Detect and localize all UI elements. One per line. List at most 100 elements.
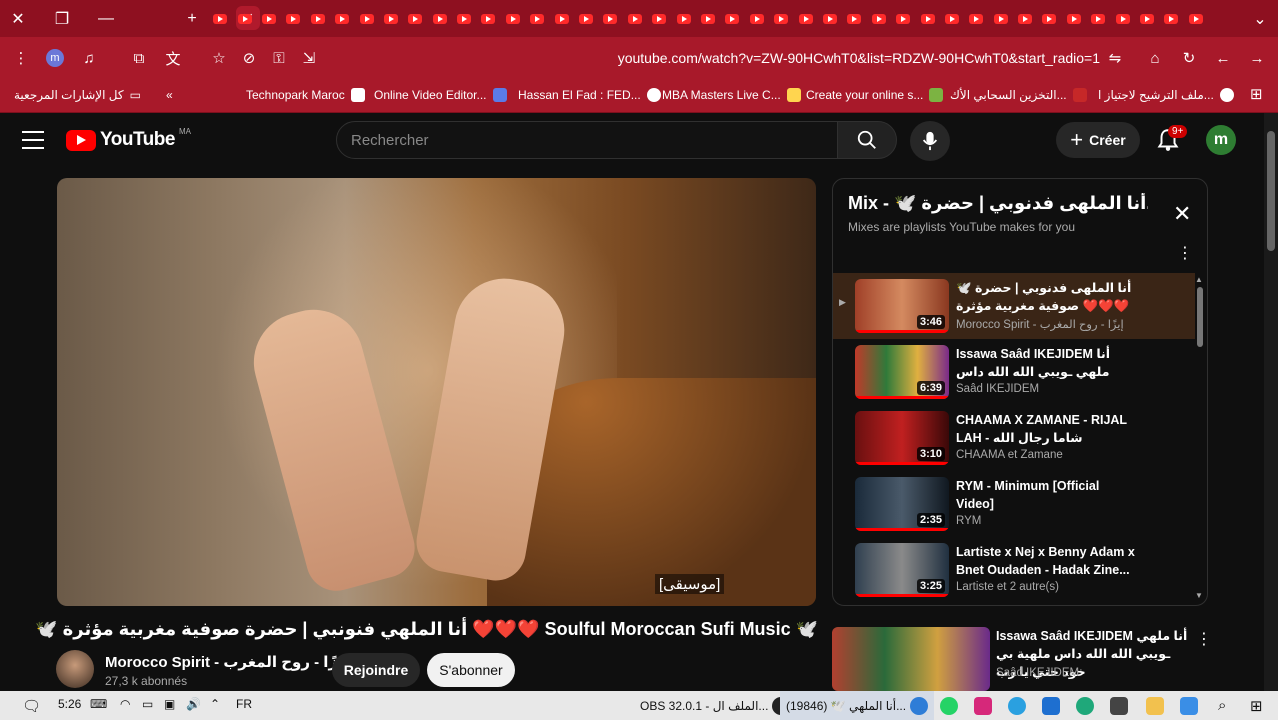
browser-tab[interactable] <box>476 9 500 29</box>
channel-avatar[interactable] <box>56 650 94 688</box>
browser-tab[interactable] <box>379 9 403 29</box>
browser-tab[interactable] <box>549 9 573 29</box>
notification-center-icon[interactable]: 🗨 <box>22 697 41 715</box>
eye-off-icon[interactable]: ⊘ <box>234 43 264 73</box>
password-key-icon[interactable]: ⚿ <box>264 43 294 73</box>
new-tab-icon[interactable]: + <box>174 0 210 37</box>
menu-kebab-icon[interactable]: ⋮ <box>6 43 36 73</box>
join-button[interactable]: Rejoindre <box>332 653 420 687</box>
browser-tab[interactable] <box>818 9 842 29</box>
browser-tab[interactable] <box>989 9 1013 29</box>
voice-search-button[interactable] <box>910 121 950 161</box>
browser-tab[interactable] <box>623 9 647 29</box>
browser-tab[interactable] <box>769 9 793 29</box>
bookmark-mba[interactable]: MBA Masters Live C... <box>662 88 801 102</box>
site-settings-icon[interactable]: ⇋ <box>1100 43 1130 73</box>
hamburger-menu-icon[interactable] <box>22 131 44 149</box>
search-icon[interactable]: ⌕ <box>1218 697 1226 714</box>
restore-window-icon[interactable]: ❐ <box>44 0 80 37</box>
close-window-icon[interactable]: ✕ <box>0 0 36 37</box>
browser-tab[interactable] <box>940 9 964 29</box>
browser-tab[interactable] <box>330 9 354 29</box>
browser-tab[interactable] <box>1086 9 1110 29</box>
list-item[interactable]: 6:39 Issawa Saâd IKEJIDEM أنا ملهي ـويبي… <box>833 339 1195 405</box>
bookmark-candidature[interactable]: ملف الترشيح لاجتياز ا... <box>1098 88 1234 102</box>
browser-tab[interactable] <box>696 9 720 29</box>
address-bar[interactable]: youtube.com/watch?v=ZW-90HCwhT0&list=RDZ… <box>520 50 1100 66</box>
file-explorer-icon[interactable] <box>1146 697 1164 715</box>
browser-tab[interactable] <box>501 9 525 29</box>
taskbar-obs[interactable]: OBS 32.0.1 - الملف ال... <box>640 697 791 715</box>
show-hidden-icons-chevron[interactable]: ⌃ <box>210 697 220 711</box>
scroll-down-arrow-icon[interactable]: ▼ <box>1195 591 1203 600</box>
meet-now-icon[interactable]: ▣ <box>164 697 175 711</box>
browser-tab[interactable] <box>671 9 695 29</box>
browser-tab[interactable] <box>1062 9 1086 29</box>
browser-tab[interactable] <box>1037 9 1061 29</box>
playlist-scrollbar[interactable] <box>1197 287 1203 347</box>
list-item[interactable]: 3:25 Lartiste x Nej x Benny Adam x Bnet … <box>833 537 1195 603</box>
translate-icon[interactable]: 文 <box>158 43 188 73</box>
browser-tab[interactable] <box>720 9 744 29</box>
browser-tab[interactable] <box>232 9 256 29</box>
browser-tab[interactable] <box>1013 9 1037 29</box>
back-arrow-icon[interactable]: ← <box>1208 43 1238 73</box>
browser-tab[interactable] <box>1110 9 1134 29</box>
browser-tab[interactable] <box>525 9 549 29</box>
home-icon[interactable]: ⌂ <box>1140 43 1170 73</box>
browser-tab[interactable] <box>354 9 378 29</box>
browser-tab[interactable] <box>1159 9 1183 29</box>
more-options-icon[interactable]: ⋮ <box>1196 629 1212 649</box>
close-icon[interactable]: ✕ <box>1173 201 1191 227</box>
taskbar-chrome[interactable]: (19846) 🕊️ أنا الملهي... <box>780 691 935 720</box>
browser-tab[interactable] <box>647 9 671 29</box>
extensions-icon[interactable]: ⧉ <box>124 43 154 73</box>
browser-tab[interactable] <box>208 9 232 29</box>
mail-icon[interactable] <box>1042 697 1060 715</box>
bookmark-cloud[interactable]: التخزين السحابي الأك... <box>950 88 1087 102</box>
browser-tab[interactable] <box>257 9 281 29</box>
bookmarks-overflow-icon[interactable]: « <box>166 88 173 102</box>
bookmark-video-editor[interactable]: Online Video Editor... <box>374 88 507 102</box>
language-indicator[interactable]: FR <box>236 697 252 711</box>
bookmark-star-icon[interactable]: ☆ <box>204 43 234 73</box>
store-icon[interactable] <box>1110 697 1128 715</box>
wifi-icon[interactable]: ◠ <box>120 697 130 711</box>
browser-tab[interactable] <box>1184 9 1208 29</box>
page-scrollbar[interactable] <box>1264 113 1278 691</box>
browser-tab[interactable] <box>452 9 476 29</box>
browser-tab[interactable] <box>842 9 866 29</box>
browser-tab[interactable] <box>403 9 427 29</box>
account-avatar[interactable]: m <box>1206 125 1236 155</box>
browser-tab[interactable] <box>281 9 305 29</box>
install-app-icon[interactable]: ⇲ <box>294 43 324 73</box>
browser-tab[interactable] <box>574 9 598 29</box>
browser-tab[interactable] <box>1135 9 1159 29</box>
browser-tab[interactable] <box>867 9 891 29</box>
youtube-logo[interactable]: YouTube MA <box>66 127 191 151</box>
browser-tab[interactable] <box>891 9 915 29</box>
browser-tab[interactable] <box>598 9 622 29</box>
recommended-video[interactable]: Issawa Saâd IKEJIDEM أنا ملهي ـويبي الله… <box>832 627 1212 691</box>
search-button[interactable] <box>837 121 897 159</box>
bookmark-all[interactable]: كل الإشارات المرجعية ▭ <box>14 88 141 102</box>
list-item[interactable]: 2:35 RYM - Minimum [Official Video] RYM <box>833 471 1195 537</box>
apps-grid-icon[interactable]: ⊞ <box>1250 85 1263 103</box>
browser-tab[interactable] <box>745 9 769 29</box>
browser-tab[interactable] <box>915 9 939 29</box>
edge-icon[interactable] <box>1076 697 1094 715</box>
browser-tab[interactable] <box>306 9 330 29</box>
list-item[interactable]: ▶ 3:46 🕊️ أنا الملهى فدنوبي | حضرة صوفية… <box>833 273 1195 339</box>
copilot-icon[interactable] <box>1180 697 1198 715</box>
channel-name[interactable]: Morocco Spirit - إيزًا - روح المغرب <box>105 653 349 671</box>
forward-arrow-icon[interactable]: → <box>1242 43 1272 73</box>
create-button[interactable]: + Créer <box>1056 122 1140 158</box>
search-input[interactable]: Rechercher <box>336 121 838 159</box>
bookmark-hassan[interactable]: Hassan El Fad : FED... <box>518 88 661 102</box>
tab-search-chevron-icon[interactable]: ⌄ <box>1242 0 1278 37</box>
volume-icon[interactable]: 🔊 <box>186 697 201 711</box>
list-item[interactable]: 3:10 CHAAMA X ZAMANE - RIJAL LAH - شاما … <box>833 405 1195 471</box>
keyboard-icon[interactable]: ⌨ <box>90 697 107 711</box>
video-player[interactable]: [موسيقى] <box>57 178 816 606</box>
instagram-icon[interactable] <box>974 697 992 715</box>
